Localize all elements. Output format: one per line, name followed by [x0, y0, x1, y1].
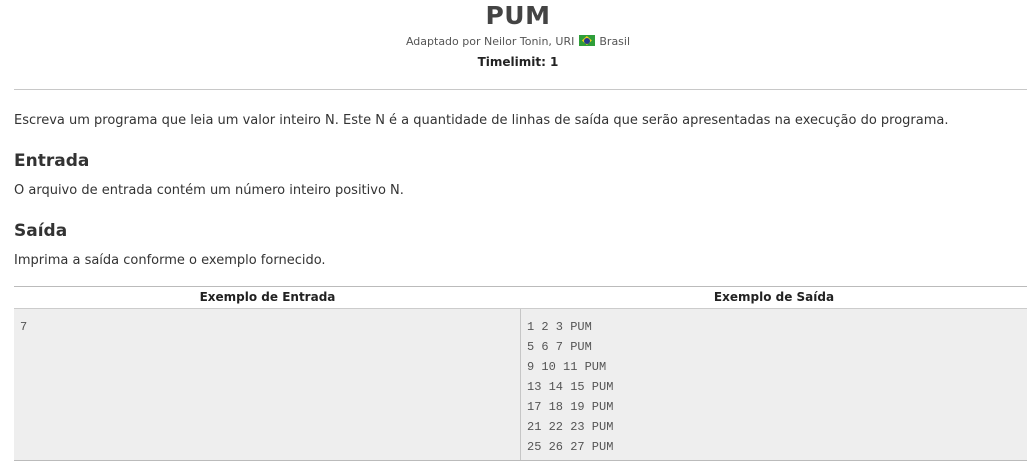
examples-header-row: Exemplo de Entrada Exemplo de Saída — [14, 287, 1027, 309]
example-output-line: 9 10 11 PUM — [527, 360, 607, 374]
output-section-text: Imprima a saída conforme o exemplo forne… — [14, 253, 326, 268]
example-input-cell[interactable]: 7 — [14, 309, 520, 460]
credit-author: Adaptado por Neilor Tonin, URI — [405, 35, 575, 48]
brazil-flag-icon — [578, 35, 595, 46]
example-output-line: 25 26 27 PUM — [527, 440, 614, 454]
problem-description: Escreva um programa que leia um valor in… — [14, 113, 949, 128]
problem-credit: Adaptado por Neilor Tonin, URI Brasil — [0, 35, 1036, 49]
example-output-line: 5 6 7 PUM — [527, 340, 592, 354]
timelimit-label: Timelimit: 1 — [477, 55, 559, 69]
credit-country: Brasil — [599, 35, 631, 48]
example-input-line: 7 — [20, 320, 28, 334]
output-section-title: Saída — [14, 221, 68, 241]
input-section-title: Entrada — [14, 151, 90, 171]
example-input-header: Exemplo de Entrada — [199, 290, 336, 304]
examples-body-row: 7 1 2 3 PUM 5 6 7 PUM 9 10 11 PUM 13 14 … — [14, 309, 1027, 460]
header-divider — [14, 89, 1027, 90]
example-output-header: Exemplo de Saída — [713, 290, 835, 304]
problem-title: PUM — [485, 1, 551, 30]
example-output-cell[interactable]: 1 2 3 PUM 5 6 7 PUM 9 10 11 PUM 13 14 15… — [520, 309, 1027, 460]
examples-table: Exemplo de Entrada Exemplo de Saída 7 1 … — [14, 286, 1027, 461]
example-output-line: 13 14 15 PUM — [527, 380, 614, 394]
example-output-line: 21 22 23 PUM — [527, 420, 614, 434]
input-section-text: O arquivo de entrada contém um número in… — [14, 183, 404, 198]
example-output-line: 17 18 19 PUM — [527, 400, 614, 414]
example-output-line: 1 2 3 PUM — [527, 320, 592, 334]
